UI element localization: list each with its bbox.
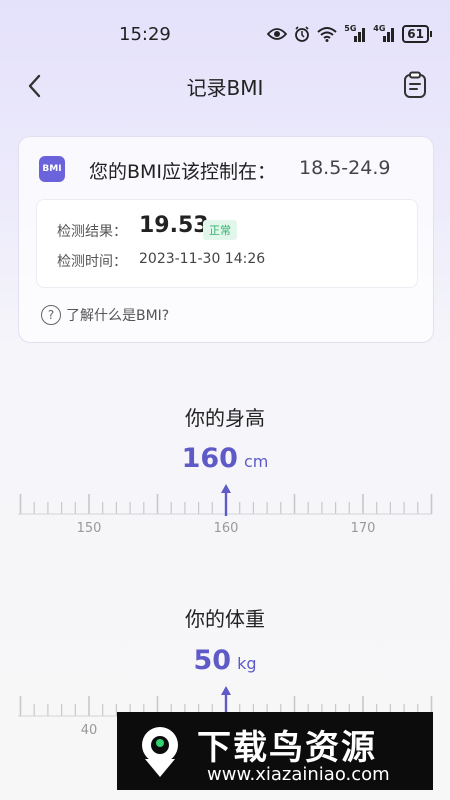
alarm-icon [295, 26, 310, 42]
result-value: 19.53 [139, 213, 209, 238]
height-unit: cm [243, 452, 269, 471]
signal-4g-label: 4G [373, 24, 386, 33]
watermark-title: 下载鸟资源 [197, 728, 377, 768]
bmi-range-label: 您的BMI应该控制在： [89, 161, 277, 183]
status-badge: 正常 [203, 220, 237, 240]
height-reading: 160 cm [0, 443, 450, 474]
height-title: 你的身高 [185, 406, 265, 430]
nav-bar: 记录BMI [0, 62, 450, 108]
height-ruler-pointer-icon [221, 484, 231, 516]
page-title: 记录BMI [186, 76, 264, 100]
what-is-bmi-link[interactable]: ? 了解什么是BMI? [41, 305, 169, 325]
time-value: 2023-11-30 14:26 [139, 251, 266, 267]
result-label: 检测结果： [57, 224, 127, 240]
height-ruler-label: 160 [213, 521, 239, 536]
eye-icon [267, 28, 288, 40]
height-ruler-label: 150 [76, 521, 102, 536]
weight-unit: kg [237, 654, 257, 673]
signal-5g-label: 5G [344, 24, 357, 33]
weight-ruler-label: 40 [80, 723, 98, 738]
signal-4g-icon: 4G [373, 24, 395, 42]
signal-5g-icon: 5G [344, 24, 366, 42]
clipboard-icon [404, 71, 426, 98]
question-icon: ? [41, 305, 61, 325]
height-ruler[interactable]: 150 160 170 [0, 484, 450, 554]
time-label: 检测时间： [57, 254, 127, 270]
status-icons: 5G 4G 61 [267, 24, 432, 43]
bmi-info-card: BMI 您的BMI应该控制在： 18.5-24.9 检测结果： 19.53 正常… [18, 136, 434, 343]
bmi-range-value: 18.5-24.9 [299, 157, 391, 179]
weight-value: 50 [193, 645, 232, 676]
status-time: 15:29 [119, 24, 171, 45]
result-box: 检测结果： 19.53 正常 检测时间： 2023-11-30 14:26 [36, 199, 418, 288]
bird-logo-icon [142, 727, 178, 777]
weight-reading: 50 kg [0, 645, 450, 676]
help-text: 了解什么是BMI? [66, 308, 170, 324]
wifi-icon [317, 27, 337, 42]
height-value: 160 [181, 443, 238, 474]
watermark-banner: 下载鸟资源 www.xiazainiao.com [117, 712, 433, 790]
bmi-badge-icon: BMI [39, 156, 65, 182]
watermark-url: www.xiazainiao.com [207, 764, 390, 785]
battery-icon: 61 [402, 25, 432, 43]
height-ruler-label: 170 [350, 521, 376, 536]
height-ruler-ticks [18, 484, 433, 516]
weight-title: 你的体重 [185, 607, 265, 631]
history-button[interactable] [400, 70, 430, 100]
status-bar: 15:29 5G 4G 61 [0, 0, 450, 70]
battery-level: 61 [402, 25, 429, 43]
